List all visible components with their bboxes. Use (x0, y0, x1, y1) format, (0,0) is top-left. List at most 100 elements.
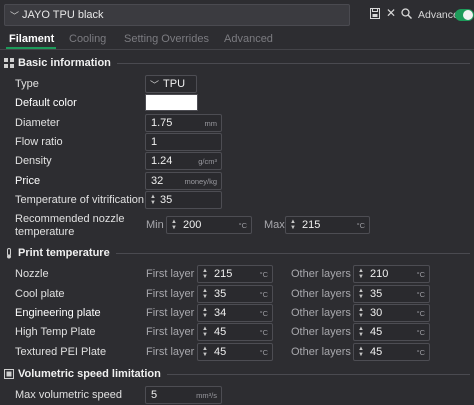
first-layer-value: 45 (214, 346, 227, 358)
other-layers-value: 35 (370, 288, 383, 300)
preset-toolbar: ﹀ JAYO TPU black ✕ Advanced (0, 0, 474, 30)
temp-row-high-temp-plate: High Temp Plate First layer ▲ ▼ 45 °C Oth… (0, 322, 474, 341)
first-layer-field[interactable]: ▲ ▼ 34 °C (197, 304, 273, 322)
temp-unit: °C (416, 289, 425, 299)
diameter-label: Diameter (15, 117, 60, 129)
other-layers-field[interactable]: ▲ ▼ 45 °C (353, 343, 430, 361)
stepper-arrows-icon[interactable]: ▲ ▼ (149, 194, 157, 206)
first-layer-field[interactable]: ▲ ▼ 35 °C (197, 285, 273, 303)
thermometer-icon (4, 248, 14, 259)
density-unit: g/cm³ (198, 156, 217, 166)
first-layer-value: 35 (214, 288, 227, 300)
section-divider (166, 373, 470, 375)
section-divider (116, 62, 470, 64)
type-select[interactable]: ﹀ TPU (145, 75, 197, 93)
min-label: Min (146, 219, 164, 231)
max-temp-value: 215 (302, 219, 321, 231)
stepper-arrows-icon[interactable]: ▲ ▼ (357, 307, 365, 319)
max-volumetric-speed-value: 5 (151, 389, 158, 401)
temp-row-engineering-plate: Engineering plate First layer ▲ ▼ 34 °C O… (0, 303, 474, 322)
recommended-nozzle-label-line1: Recommended nozzle (15, 213, 125, 225)
max-volumetric-speed-unit: mm³/s (196, 390, 217, 400)
stepper-arrows-icon[interactable]: ▲ ▼ (201, 307, 209, 319)
section-print-temperature: Print temperature (0, 244, 474, 262)
gauge-icon (4, 369, 14, 379)
advanced-toggle[interactable] (455, 9, 474, 21)
max-temp-unit: °C (356, 220, 365, 230)
max-label: Max (264, 219, 285, 231)
first-layer-field[interactable]: ▲ ▼ 45 °C (197, 343, 273, 361)
stepper-arrows-icon[interactable]: ▲ ▼ (201, 346, 209, 358)
min-temp-unit: °C (238, 220, 247, 230)
stepper-arrows-icon[interactable]: ▲ ▼ (357, 346, 365, 358)
first-layer-label: First layer (146, 326, 195, 338)
stepper-arrows-icon[interactable]: ▲ ▼ (201, 268, 209, 280)
close-icon[interactable]: ✕ (386, 7, 396, 19)
min-temp-field[interactable]: ▲ ▼ 200 °C (166, 216, 252, 234)
stepper-arrows-icon[interactable]: ▲ ▼ (201, 288, 209, 300)
flow-ratio-value: 1 (151, 136, 158, 148)
type-label: Type (15, 78, 39, 90)
section-title: Volumetric speed limitation (18, 368, 161, 380)
stepper-arrows-icon[interactable]: ▲ ▼ (357, 326, 365, 338)
row-label: Textured PEI Plate (15, 346, 107, 358)
max-temp-field[interactable]: ▲ ▼ 215 °C (285, 216, 370, 234)
tab-setting-overrides[interactable]: Setting Overrides (124, 33, 209, 45)
temp-unit: °C (259, 269, 268, 279)
stepper-arrows-icon[interactable]: ▲ ▼ (170, 219, 178, 231)
chevron-down-icon: ﹀ (10, 10, 20, 21)
stepper-arrows-icon[interactable]: ▲ ▼ (289, 219, 297, 231)
search-icon[interactable] (401, 8, 412, 19)
tab-bar: Filament Cooling Setting Overrides Advan… (0, 30, 474, 50)
other-layers-field[interactable]: ▲ ▼ 35 °C (353, 285, 430, 303)
preset-selector[interactable]: ﹀ JAYO TPU black (4, 4, 350, 26)
min-temp-value: 200 (183, 219, 202, 231)
temp-unit: °C (259, 327, 268, 337)
default-color-label: Default color (15, 97, 77, 109)
temp-unit: °C (416, 327, 425, 337)
section-title: Basic information (18, 57, 111, 69)
active-tab-indicator (6, 47, 56, 49)
diameter-field[interactable]: 1.75 mm (145, 114, 222, 132)
price-label: Price (15, 175, 41, 187)
temp-unit: °C (416, 347, 425, 357)
density-field[interactable]: 1.24 g/cm³ (145, 152, 222, 170)
other-layers-field[interactable]: ▲ ▼ 45 °C (353, 323, 430, 341)
stepper-arrows-icon[interactable]: ▲ ▼ (357, 268, 365, 280)
save-icon[interactable] (370, 8, 380, 19)
other-layers-label: Other layers (291, 268, 351, 280)
tab-cooling[interactable]: Cooling (69, 33, 106, 45)
price-value: 32 (151, 175, 164, 187)
max-volumetric-speed-field[interactable]: 5 mm³/s (145, 386, 222, 404)
first-layer-value: 215 (214, 268, 233, 280)
stepper-arrows-icon[interactable]: ▲ ▼ (201, 326, 209, 338)
temp-unit: °C (416, 269, 425, 279)
section-volumetric-speed: Volumetric speed limitation (0, 365, 474, 383)
first-layer-label: First layer (146, 307, 195, 319)
temp-unit: °C (259, 289, 268, 299)
first-layer-field[interactable]: ▲ ▼ 215 °C (197, 265, 273, 283)
max-volumetric-speed-label: Max volumetric speed (15, 389, 122, 401)
other-layers-label: Other layers (291, 307, 351, 319)
first-layer-field[interactable]: ▲ ▼ 45 °C (197, 323, 273, 341)
vitrification-label: Temperature of vitrification (15, 194, 144, 206)
print-temperature-table: Nozzle First layer ▲ ▼ 215 °C Other layer… (0, 264, 474, 362)
flow-ratio-field[interactable]: 1 (145, 133, 222, 151)
vitrification-field[interactable]: ▲ ▼ 35 (145, 191, 222, 209)
price-field[interactable]: 32 money/kg (145, 172, 222, 190)
first-layer-label: First layer (146, 268, 195, 280)
stepper-arrows-icon[interactable]: ▲ ▼ (357, 288, 365, 300)
tab-advanced[interactable]: Advanced (224, 33, 273, 45)
other-layers-value: 45 (370, 326, 383, 338)
row-label: Engineering plate (15, 307, 101, 319)
other-layers-field[interactable]: ▲ ▼ 30 °C (353, 304, 430, 322)
temp-unit: °C (259, 308, 268, 318)
row-label: High Temp Plate (15, 326, 96, 338)
default-color-swatch[interactable] (145, 94, 198, 111)
row-label: Nozzle (15, 268, 49, 280)
recommended-nozzle-label-line2: temperature (15, 226, 75, 238)
tab-filament[interactable]: Filament (9, 33, 54, 45)
first-layer-value: 34 (214, 307, 227, 319)
temp-row-cool-plate: Cool plate First layer ▲ ▼ 35 °C Other la… (0, 284, 474, 303)
other-layers-field[interactable]: ▲ ▼ 210 °C (353, 265, 430, 283)
